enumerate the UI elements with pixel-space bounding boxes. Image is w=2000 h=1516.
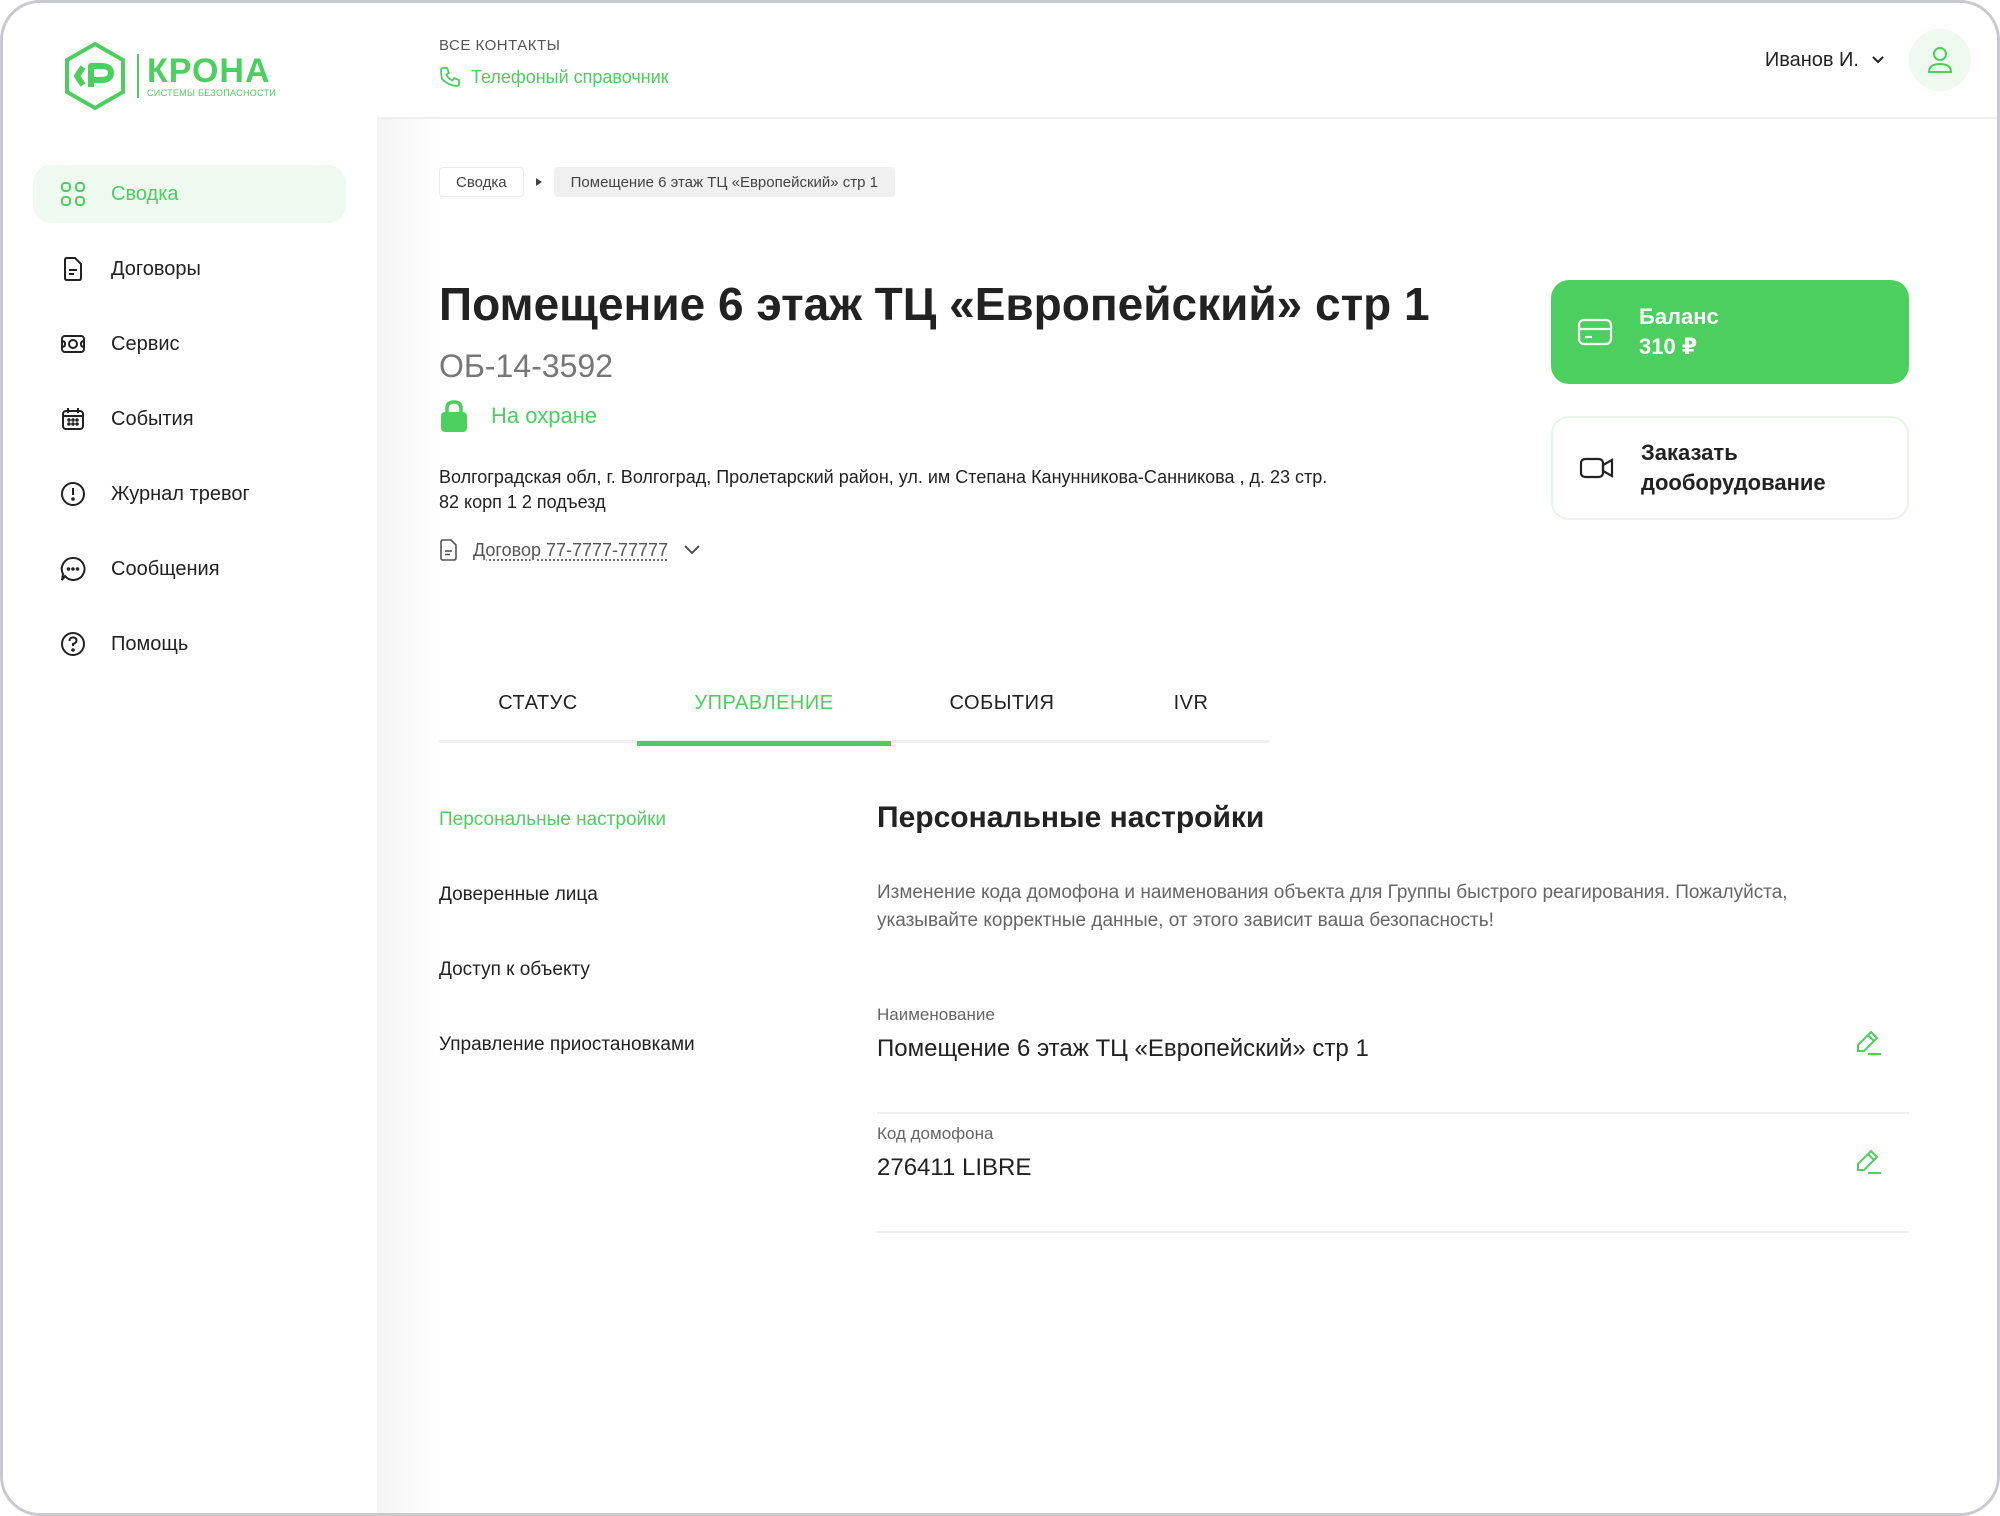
sidebar-item-summary[interactable]: Сводка <box>33 165 346 223</box>
sidebar-item-alarm-log[interactable]: Журнал тревог <box>33 465 346 523</box>
status-label: На охране <box>491 403 598 428</box>
calendar-icon <box>59 405 87 433</box>
sidebar-nav: Сводка Договоры Сервис События Журнал тр… <box>33 165 346 690</box>
settings-subnav: Персональные настройки Доверенные лица Д… <box>439 803 799 1103</box>
app-frame: КРОНА СИСТЕМЫ БЕЗОПАСНОСТИ Сводка Догово… <box>0 0 2000 1516</box>
contacts-caption: ВСЕ КОНТАКТЫ <box>439 37 561 54</box>
sidebar-item-help[interactable]: Помощь <box>33 615 346 673</box>
logo-mark-icon <box>65 41 125 111</box>
card-icon <box>1577 318 1613 346</box>
user-name: Иванов И. <box>1764 48 1859 71</box>
tab-management[interactable]: УПРАВЛЕНИЕ <box>637 663 891 746</box>
main-background <box>377 3 1997 1513</box>
order-equipment-button[interactable]: Заказать дооборудование <box>1551 416 1909 520</box>
contract-selector[interactable]: Договор 77-7777-77777 <box>439 539 702 561</box>
tab-status[interactable]: СТАТУС <box>439 663 637 743</box>
subnav-item-trusted-persons[interactable]: Доверенные лица <box>439 878 799 953</box>
document-icon <box>59 255 87 283</box>
sidebar-item-label: События <box>111 407 194 430</box>
document-icon <box>440 539 457 561</box>
tab-events[interactable]: СОБЫТИЯ <box>891 663 1113 743</box>
grid-icon <box>59 180 87 208</box>
brand-subtitle: СИСТЕМЫ БЕЗОПАСНОСТИ <box>147 88 277 98</box>
edit-intercom-code-button[interactable] <box>1853 1146 1883 1176</box>
sidebar-item-label: Сообщения <box>111 557 220 580</box>
pencil-icon <box>1857 1149 1881 1174</box>
user-menu[interactable]: Иванов И. <box>1765 29 1971 91</box>
sidebar: КРОНА СИСТЕМЫ БЕЗОПАСНОСТИ Сводка Догово… <box>3 3 377 1513</box>
field-label: Наименование <box>877 1005 995 1024</box>
subnav-item-object-access[interactable]: Доступ к объекту <box>439 953 799 1028</box>
object-address: Волгоградская обл, г. Волгоград, Пролета… <box>439 467 1328 512</box>
breadcrumb: Сводка Помещение 6 этаж ТЦ «Европейский»… <box>439 167 896 197</box>
status-badge: На охране <box>439 399 597 433</box>
chat-icon <box>59 555 87 583</box>
phone-directory-link[interactable]: Телефоный справочник <box>439 66 669 88</box>
sidebar-item-label: Помощь <box>111 632 189 655</box>
alert-icon <box>59 480 87 508</box>
subnav-item-suspension-management[interactable]: Управление приостановками <box>439 1028 799 1103</box>
balance-value: 310 ₽ <box>1639 334 1698 359</box>
brand-name: КРОНА <box>147 52 271 90</box>
page-title: Помещение 6 этаж ТЦ «Европейский» стр 1 <box>439 278 1430 330</box>
sidebar-item-label: Договоры <box>111 257 201 280</box>
phone-directory-label: Телефоный справочник <box>471 66 669 87</box>
object-code: ОБ-14-3592 <box>439 348 613 384</box>
chevron-down-icon <box>684 545 700 555</box>
balance-card[interactable]: Баланс 310 ₽ <box>1551 280 1909 384</box>
breadcrumb-separator-icon <box>535 178 542 186</box>
field-object-name: Наименование Помещение 6 этаж ТЦ «Европе… <box>877 995 1909 1114</box>
subnav-item-personal-settings[interactable]: Персональные настройки <box>439 803 799 878</box>
field-value: Помещение 6 этаж ТЦ «Европейский» стр 1 <box>877 1035 1369 1062</box>
sidebar-item-messages[interactable]: Сообщения <box>33 540 346 598</box>
field-label: Код домофона <box>877 1124 994 1143</box>
brand-logo[interactable]: КРОНА СИСТЕМЫ БЕЗОПАСНОСТИ <box>63 41 276 111</box>
field-intercom-code: Код домофона 276411 LIBRE <box>877 1114 1909 1233</box>
user-icon <box>1927 47 1953 73</box>
service-icon <box>59 330 87 358</box>
section-description: Изменение кода домофона и наименования о… <box>877 882 1788 931</box>
lock-icon <box>441 400 467 432</box>
tab-bar: СТАТУС УПРАВЛЕНИЕ СОБЫТИЯ IVR <box>439 663 1269 746</box>
sidebar-item-events[interactable]: События <box>33 390 346 448</box>
contract-label: Договор 77-7777-77777 <box>473 539 669 560</box>
breadcrumb-item-summary[interactable]: Сводка <box>439 167 524 197</box>
field-value: 276411 LIBRE <box>877 1154 1032 1181</box>
order-equipment-label: Заказать дооборудование <box>1641 440 1826 495</box>
top-header: ВСЕ КОНТАКТЫ Телефоный справочник Иванов… <box>377 3 1997 119</box>
section-title: Персональные настройки <box>877 801 1265 834</box>
personal-settings-section: Персональные настройки Изменение кода до… <box>877 801 1909 1233</box>
help-icon <box>59 630 87 658</box>
sidebar-item-contracts[interactable]: Договоры <box>33 240 346 298</box>
chevron-down-icon <box>1872 56 1884 64</box>
balance-label: Баланс <box>1639 304 1719 329</box>
sidebar-item-label: Сервис <box>111 332 180 355</box>
sidebar-item-label: Журнал тревог <box>111 482 250 505</box>
phone-icon <box>440 67 460 87</box>
tab-ivr[interactable]: IVR <box>1113 663 1269 743</box>
edit-name-button[interactable] <box>1853 1027 1883 1057</box>
video-camera-icon <box>1579 457 1614 479</box>
sidebar-item-label: Сводка <box>111 182 179 205</box>
breadcrumb-item-current: Помещение 6 этаж ТЦ «Европейский» стр 1 <box>553 167 896 197</box>
sidebar-item-service[interactable]: Сервис <box>33 315 346 373</box>
pencil-icon <box>1857 1030 1881 1055</box>
avatar[interactable] <box>1909 29 1971 91</box>
